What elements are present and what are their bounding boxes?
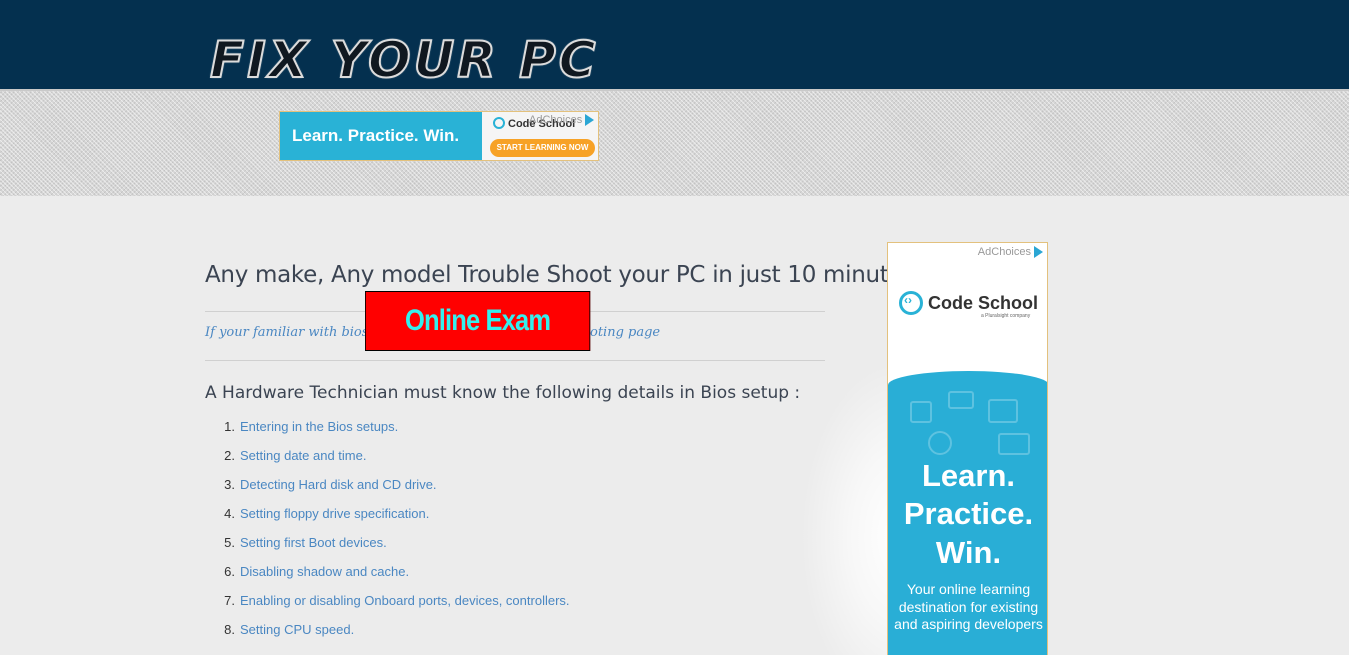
list-item: 8. Setting CPU speed.: [224, 622, 355, 637]
step-link[interactable]: Entering in the Bios setups.: [240, 419, 398, 434]
sidebar-ad-line2: Practice.: [903, 496, 1034, 531]
step-link[interactable]: Enabling or disabling Onboard ports, dev…: [240, 593, 570, 608]
list-item: 3. Detecting Hard disk and CD drive.: [224, 477, 437, 492]
device-icon: [998, 433, 1030, 455]
list-item: 4. Setting floppy drive specification.: [224, 506, 430, 521]
device-icon: [928, 431, 952, 455]
device-icon: [948, 391, 974, 409]
step-link[interactable]: Setting CPU speed.: [240, 622, 354, 637]
code-school-icon: [493, 117, 505, 129]
device-icon: [910, 401, 932, 423]
list-item: 6. Disabling shadow and cache.: [224, 564, 410, 579]
banner-strip: [0, 91, 1349, 196]
top-ad-tagline: Learn. Practice. Win.: [292, 126, 460, 145]
step-link[interactable]: Setting floppy drive specification.: [240, 506, 429, 521]
step-link[interactable]: Disabling shadow and cache.: [240, 564, 409, 579]
online-exam-button[interactable]: Online Exam: [365, 291, 591, 351]
intro-link[interactable]: If your familiar with bios: [205, 325, 368, 340]
sidebar-ad-subtext: Your online learning destination for exi…: [894, 581, 1043, 632]
adchoices-icon[interactable]: [1034, 246, 1043, 258]
list-item: 7. Enabling or disabling Onboard ports, d…: [224, 593, 570, 608]
top-banner-ad[interactable]: Learn. Practice. Win. Code School AdChoi…: [279, 111, 599, 161]
sidebar-ad-line3: Win.: [935, 535, 1002, 570]
adchoices-icon[interactable]: [585, 114, 594, 126]
site-header: [0, 0, 1349, 89]
code-school-icon: [899, 291, 923, 315]
device-icon: [988, 399, 1018, 423]
step-link[interactable]: Detecting Hard disk and CD drive.: [240, 477, 437, 492]
sidebar-ad-line1: Learn.: [921, 458, 1016, 493]
background-glow: [800, 360, 900, 655]
top-ad-cta-button[interactable]: START LEARNING NOW: [490, 139, 595, 157]
adchoices-label[interactable]: AdChoices: [978, 246, 1031, 258]
sidebar-ad-brand-sub: a Pluralsight company: [981, 313, 1031, 319]
intro-link-end[interactable]: oting page: [590, 325, 660, 340]
page-title: Any make, Any model Trouble Shoot your P…: [205, 262, 915, 288]
section-title: A Hardware Technician must know the foll…: [205, 383, 801, 403]
sidebar-ad[interactable]: AdChoices Code School a Pluralsight comp…: [887, 242, 1048, 655]
adchoices-label[interactable]: AdChoices: [529, 114, 582, 126]
list-item: 2. Setting date and time.: [224, 448, 367, 463]
site-logo[interactable]: FIX YOUR PC: [209, 30, 599, 90]
divider: [205, 360, 825, 361]
bios-steps-list: 1. Entering in the Bios setups. 2. Setting…: [205, 418, 570, 650]
step-link[interactable]: Setting date and time.: [240, 448, 366, 463]
step-link[interactable]: Setting first Boot devices.: [240, 535, 387, 550]
list-item: 1. Entering in the Bios setups.: [224, 419, 399, 434]
list-item: 5. Setting first Boot devices.: [224, 535, 387, 550]
sidebar-ad-brand: Code School: [928, 293, 1039, 313]
